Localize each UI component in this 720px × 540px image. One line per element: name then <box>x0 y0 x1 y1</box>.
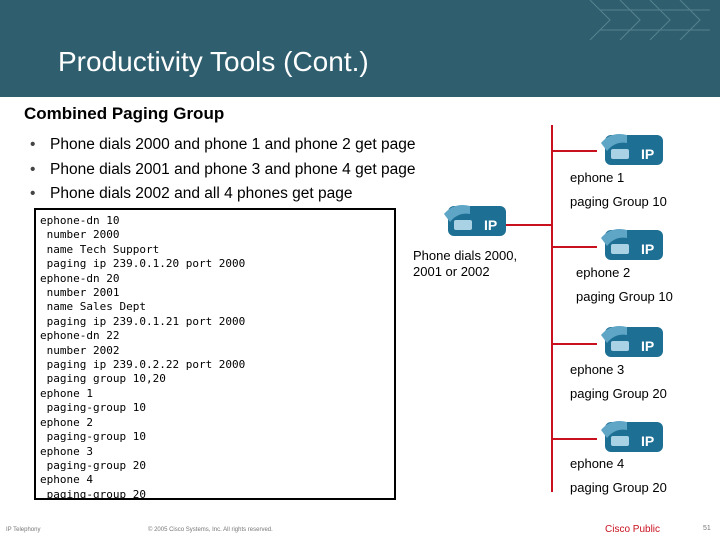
phone-group: paging Group 20 <box>570 480 667 495</box>
config-line: ephone-dn 22 <box>40 329 120 343</box>
config-line: name Sales Dept <box>40 300 146 314</box>
config-line: paging-group 10 <box>40 430 146 444</box>
ip-phone-icon: IP <box>597 321 669 365</box>
phone-badge: IP <box>641 241 654 257</box>
config-line: ephone-dn 20 <box>40 271 120 285</box>
page-number: 51 <box>703 525 711 532</box>
phone-group: paging Group 10 <box>570 194 667 209</box>
config-line: paging group 10,20 <box>40 372 166 386</box>
phone-name: ephone 2 <box>576 265 631 280</box>
footer-brand: Cisco Public <box>605 524 661 535</box>
bullet-list: • Phone dials 2000 and phone 1 and phone … <box>30 133 415 207</box>
config-line: number 2000 <box>40 228 120 242</box>
config-line: number 2002 <box>40 343 120 357</box>
slide-title: Productivity Tools (Cont.) <box>58 46 369 77</box>
bullet-item: • Phone dials 2001 and phone 3 and phone … <box>30 158 415 183</box>
caller-label: Phone dials 2000, 2001 or 2002 <box>413 248 518 279</box>
config-line: number 2001 <box>40 286 120 300</box>
slide-header: Productivity Tools (Cont.) <box>0 0 720 97</box>
phone-name: ephone 4 <box>570 456 625 471</box>
ip-phone-icon-graphic: IP <box>444 205 506 236</box>
connector-line <box>553 343 597 345</box>
ip-phone-icon: IP <box>440 200 512 244</box>
bullet-item: • Phone dials 2002 and all 4 phones get p… <box>30 182 415 207</box>
footer-copyright: © 2005 Cisco Systems, Inc. All rights re… <box>148 527 273 533</box>
section-subtitle: Combined Paging Group <box>24 104 225 123</box>
bullet-item: • Phone dials 2000 and phone 1 and phone … <box>30 133 415 158</box>
config-code-box: ephone-dn 10 number 2000 name Tech Suppo… <box>34 208 396 501</box>
bullet-text: Phone dials 2001 and phone 3 and phone 4… <box>50 160 416 178</box>
bullet-text: Phone dials 2000 and phone 1 and phone 2… <box>50 136 416 153</box>
footer-course: IP Telephony <box>6 527 41 533</box>
phone-badge: IP <box>641 146 654 162</box>
config-line: ephone 2 <box>40 415 93 429</box>
ip-phone-icon: IP <box>597 416 669 460</box>
caller-phone-badge: IP <box>484 217 497 233</box>
config-line: paging-group 10 <box>40 401 146 415</box>
connector-line <box>553 246 597 248</box>
phone-name: ephone 3 <box>570 362 625 377</box>
slide-footer: IP Telephony © 2005 Cisco Systems, Inc. … <box>0 515 720 540</box>
config-line: paging ip 239.0.1.21 port 2000 <box>40 314 246 328</box>
config-line: paging ip 239.0.2.22 port 2000 <box>40 358 246 372</box>
phone-badge: IP <box>641 433 654 449</box>
config-line: ephone 1 <box>40 386 93 400</box>
bullet-text: Phone dials 2002 and all 4 phones get pa… <box>50 185 353 202</box>
connector-line <box>553 150 597 152</box>
config-line: paging-group 20 <box>40 458 146 472</box>
config-line: ephone-dn 10 <box>40 214 120 227</box>
config-line: paging-group 20 <box>40 487 146 501</box>
config-line: ephone 3 <box>40 444 93 458</box>
bullet-dot: • <box>30 136 36 153</box>
bullet-dot: • <box>30 160 36 178</box>
config-line: paging ip 239.0.1.20 port 2000 <box>40 257 246 271</box>
config-line: name Tech Support <box>40 242 160 256</box>
paging-bus-line <box>551 125 553 492</box>
connector-line <box>553 438 597 440</box>
phone-badge: IP <box>641 338 654 354</box>
phone-name: ephone 1 <box>570 170 625 185</box>
connector-line <box>506 224 551 226</box>
phone-group: paging Group 10 <box>576 289 673 304</box>
header-decoration <box>589 0 710 40</box>
bullet-dot: • <box>30 185 36 202</box>
config-line: ephone 4 <box>40 473 93 487</box>
ip-phone-icon: IP <box>597 224 669 268</box>
ip-phone-icon: IP <box>597 129 669 173</box>
phone-group: paging Group 20 <box>570 386 667 401</box>
